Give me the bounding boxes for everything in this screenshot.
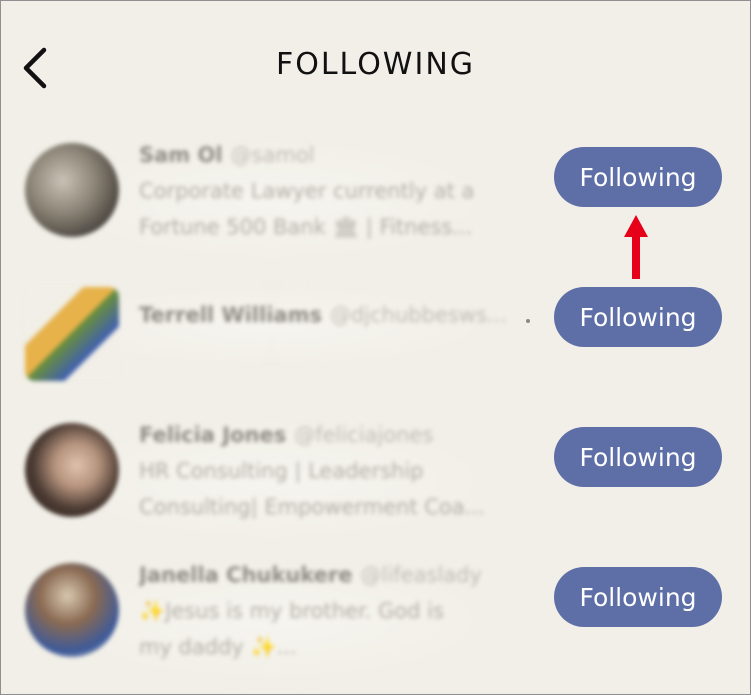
profile-text: Sam Ol @samol Corporate Lawyer currently … bbox=[139, 137, 519, 245]
profile-text: Janella Chukukere @lifeaslady ✨Jesus is m… bbox=[139, 557, 519, 665]
profile-name: Terrell Williams bbox=[139, 303, 322, 327]
annotation-arrow-icon bbox=[624, 215, 648, 279]
profile-bio-line: Consulting| Empowerment Coa... bbox=[139, 495, 485, 519]
blurred-profile[interactable]: Felicia Jones @feliciajones HR Consulting… bbox=[19, 411, 524, 549]
profile-bio-line: HR Consulting | Leadership bbox=[139, 459, 424, 483]
profile-handle: @djchubbesws... bbox=[329, 303, 507, 327]
list-item: Terrell Williams @djchubbesws... Followin… bbox=[1, 281, 750, 421]
blurred-profile[interactable]: Janella Chukukere @lifeaslady ✨Jesus is m… bbox=[19, 551, 524, 689]
avatar bbox=[25, 423, 119, 517]
profile-bio-line: Corporate Lawyer currently at a bbox=[139, 179, 475, 203]
profile-bio-line: my daddy ✨... bbox=[139, 635, 297, 659]
profile-handle: @feliciajones bbox=[294, 423, 434, 447]
header: FOLLOWING bbox=[1, 1, 750, 131]
avatar bbox=[25, 287, 119, 381]
following-button[interactable]: Following bbox=[554, 567, 722, 627]
avatar bbox=[25, 143, 119, 237]
blurred-profile[interactable]: Terrell Williams @djchubbesws... bbox=[19, 281, 524, 381]
page-title: FOLLOWING bbox=[275, 47, 476, 82]
following-button[interactable]: Following bbox=[554, 147, 722, 207]
following-button[interactable]: Following bbox=[554, 427, 722, 487]
screen: FOLLOWING Sam Ol @samol Corporate Lawyer … bbox=[0, 0, 751, 695]
list-item: Felicia Jones @feliciajones HR Consulting… bbox=[1, 411, 750, 561]
profile-text: Terrell Williams @djchubbesws... bbox=[139, 297, 519, 333]
profile-text: Felicia Jones @feliciajones HR Consulting… bbox=[139, 417, 519, 525]
avatar bbox=[25, 563, 119, 657]
list-item: Janella Chukukere @lifeaslady ✨Jesus is m… bbox=[1, 551, 750, 694]
profile-bio-line: Fortune 500 Bank 🏛 | Fitness... bbox=[139, 215, 473, 239]
separator-dot bbox=[526, 319, 530, 323]
blurred-profile[interactable]: Sam Ol @samol Corporate Lawyer currently … bbox=[19, 131, 524, 269]
following-button[interactable]: Following bbox=[554, 287, 722, 347]
profile-handle: @lifeaslady bbox=[360, 563, 482, 587]
profile-name: Sam Ol bbox=[139, 143, 223, 167]
profile-name: Janella Chukukere bbox=[139, 563, 353, 587]
profile-bio-line: ✨Jesus is my brother. God is bbox=[139, 599, 444, 623]
profile-name: Felicia Jones bbox=[139, 423, 287, 447]
profile-handle: @samol bbox=[230, 143, 315, 167]
